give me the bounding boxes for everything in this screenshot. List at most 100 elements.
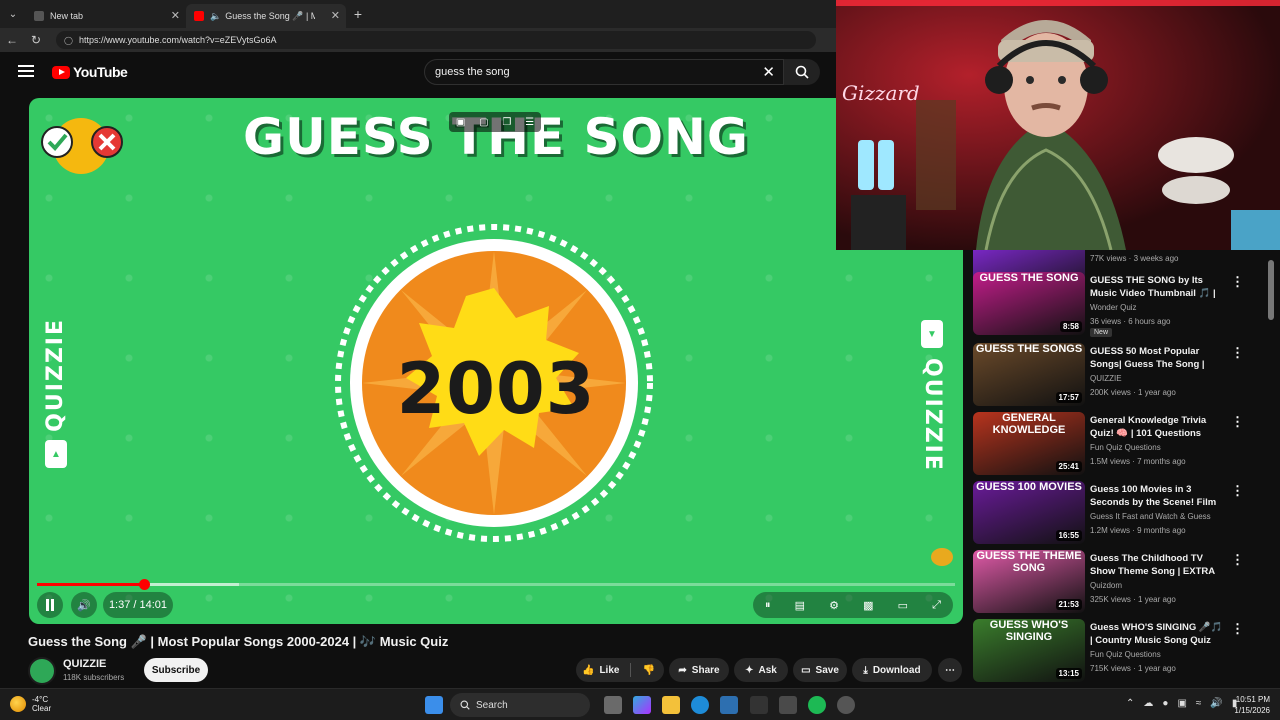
- miniplayer-icon[interactable]: ▩: [863, 599, 873, 612]
- recommendation-channel[interactable]: Guess It Fast and Watch & Guess: [1090, 512, 1211, 521]
- sidebar-scrollbar[interactable]: [1268, 250, 1274, 685]
- video-thumbnail[interactable]: GUESS WHO'S SINGING 13:15: [973, 619, 1085, 682]
- video-thumbnail[interactable]: GUESS THE SONG 8:58: [973, 272, 1085, 335]
- more-vertical-icon[interactable]: ⋮: [1231, 274, 1244, 290]
- spotify-icon[interactable]: [808, 696, 826, 714]
- recommendation-meta: 200K views · 1 year ago: [1090, 388, 1176, 397]
- app-icon[interactable]: [720, 696, 738, 714]
- new-tab-button[interactable]: +: [346, 6, 370, 22]
- chevron-up-icon[interactable]: ⌃: [1126, 698, 1134, 709]
- video-thumbnail[interactable]: GUESS THE THEME SONG 21:53: [973, 550, 1085, 613]
- recommendation-item[interactable]: GUESS THE SONGS 17:57 GUESS 50 Most Popula…: [973, 343, 1273, 407]
- edge-icon[interactable]: [691, 696, 709, 714]
- captions-icon[interactable]: ▤: [795, 599, 805, 612]
- app-tf-icon[interactable]: [750, 696, 768, 714]
- download-button[interactable]: ⤓ Download: [852, 658, 932, 682]
- tab-close-icon[interactable]: ✕: [171, 9, 180, 22]
- recommendation-channel[interactable]: Quizdom: [1090, 581, 1122, 590]
- recommendation-item[interactable]: GUESS 100 MOVIES 16:55 Guess 100 Movies in…: [973, 481, 1273, 545]
- clock[interactable]: 10:51 PM 1/15/2026: [1234, 694, 1270, 716]
- copilot-icon[interactable]: [633, 696, 651, 714]
- new-badge: New: [1090, 328, 1113, 337]
- terminal-icon[interactable]: [779, 696, 797, 714]
- cloud-icon[interactable]: ☁: [1143, 698, 1153, 709]
- recommendation-channel[interactable]: Fun Quiz Questions: [1090, 443, 1161, 452]
- share-button[interactable]: ➦ Share: [669, 658, 729, 682]
- scrollbar-thumb[interactable]: [1268, 260, 1274, 320]
- taskbar-search[interactable]: Search: [450, 693, 590, 717]
- back-arrow-icon[interactable]: ←: [0, 33, 24, 47]
- task-view-icon[interactable]: [604, 696, 622, 714]
- like-button[interactable]: 👍 Like: [582, 665, 619, 676]
- tab-label: New tab: [50, 11, 84, 21]
- volume-button[interactable]: 🔊: [71, 592, 97, 618]
- more-vertical-icon[interactable]: ⋮: [1231, 414, 1244, 430]
- volume-icon[interactable]: 🔊: [1210, 698, 1222, 709]
- more-vertical-icon[interactable]: ⋮: [1231, 483, 1244, 499]
- recommendation-channel[interactable]: Wonder Quiz: [1090, 303, 1137, 312]
- settings-gear-icon[interactable]: ⚙: [829, 599, 839, 612]
- recommendation-channel[interactable]: Fun Quiz Questions: [1090, 650, 1161, 659]
- windows-start-icon[interactable]: [425, 696, 443, 714]
- site-info-icon[interactable]: ◯: [64, 36, 73, 45]
- ask-button[interactable]: ✦ Ask: [734, 658, 788, 682]
- search-button[interactable]: [784, 59, 820, 85]
- recommendation-item[interactable]: GUESS WHO'S SINGING 13:15 Guess WHO'S SING…: [973, 619, 1273, 683]
- more-vertical-icon[interactable]: ⋮: [1231, 345, 1244, 361]
- recommendation-title[interactable]: Guess WHO'S SINGING 🎤🎵 | Country Music S…: [1090, 621, 1225, 647]
- tab-menu-chevron-icon[interactable]: ⌄: [0, 0, 26, 28]
- save-button[interactable]: ▭ Save: [793, 658, 847, 682]
- thumbs-down-icon[interactable]: 👎: [642, 665, 654, 676]
- translate-icon[interactable]: ☰: [525, 117, 534, 128]
- recommendation-title[interactable]: GUESS THE SONG by Its Music Video Thumbn…: [1090, 274, 1225, 301]
- recommendation-title[interactable]: GUESS 50 Most Popular Songs| Guess The S…: [1090, 345, 1225, 372]
- copy-icon[interactable]: ❐: [502, 117, 511, 128]
- recommendation-item[interactable]: GUESS THE SONG 8:58 GUESS THE SONG by Its …: [973, 272, 1273, 337]
- cast-icon[interactable]: ▭: [898, 599, 908, 612]
- tab-youtube[interactable]: 🔈 Guess the Song 🎤 | Most Popular Songs …: [186, 4, 346, 28]
- more-actions-button[interactable]: ⋯: [938, 658, 962, 682]
- video-progress-bar[interactable]: [37, 579, 955, 590]
- more-vertical-icon[interactable]: ⋮: [1231, 552, 1244, 568]
- recommendation-title[interactable]: Guess 100 Movies in 3 Seconds by the Sce…: [1090, 483, 1225, 510]
- video-thumbnail[interactable]: GUESS 100 MOVIES 16:55: [973, 481, 1085, 544]
- pause-button[interactable]: [37, 592, 63, 618]
- display-icon[interactable]: ▣: [1177, 698, 1186, 709]
- pip-icon[interactable]: ▣: [456, 117, 465, 128]
- channel-avatar[interactable]: [28, 657, 56, 685]
- clear-search-icon[interactable]: ✕: [762, 63, 775, 81]
- url-field[interactable]: ◯ https://www.youtube.com/watch?v=eZEVyt…: [56, 31, 816, 49]
- autoplay-toggle-icon[interactable]: ⏸: [765, 599, 771, 612]
- recommendation-item[interactable]: GENERAL KNOWLEDGE 25:41 General Knowledge …: [973, 412, 1273, 476]
- speaker-icon[interactable]: 🔈: [210, 11, 221, 22]
- app-extra-icon[interactable]: [837, 696, 855, 714]
- youtube-logo[interactable]: YouTube: [52, 64, 128, 80]
- wifi-icon[interactable]: ≈: [1196, 698, 1202, 709]
- tab-new-tab[interactable]: New tab ✕: [26, 4, 186, 28]
- file-explorer-icon[interactable]: [662, 696, 680, 714]
- refresh-icon[interactable]: ↻: [24, 33, 48, 47]
- recommendation-meta: 715K views · 1 year ago: [1090, 664, 1176, 673]
- more-vertical-icon[interactable]: ⋮: [1231, 621, 1244, 637]
- tab-close-icon[interactable]: ✕: [331, 9, 340, 22]
- volume-icon: 🔊: [77, 599, 91, 612]
- microphone-icon[interactable]: ●: [1162, 698, 1168, 709]
- ask-label: Ask: [758, 664, 777, 676]
- fullscreen-icon[interactable]: ⤢: [932, 599, 941, 612]
- search-input[interactable]: guess the song ✕: [424, 59, 784, 85]
- capture-icon[interactable]: ▢: [479, 117, 488, 128]
- channel-name[interactable]: QUIZZIE: [63, 658, 106, 670]
- weather-widget[interactable]: -4°C Clear: [10, 695, 51, 713]
- video-thumbnail[interactable]: GUESS THE SONGS 17:57: [973, 343, 1085, 406]
- subscribe-button[interactable]: Subscribe: [144, 658, 208, 682]
- video-player[interactable]: GUESS THE SONG ▣ ▢ ❐ ☰ QUIZZIE ▲ QUIZZIE…: [29, 98, 963, 624]
- recommendation-channel[interactable]: QUIZZIE: [1090, 374, 1122, 383]
- video-thumbnail[interactable]: GENERAL KNOWLEDGE 25:41: [973, 412, 1085, 475]
- recommendation-title[interactable]: General Knowledge Trivia Quiz! 🧠 | 101 Q…: [1090, 414, 1225, 441]
- search-icon: [460, 700, 470, 710]
- hamburger-menu-icon[interactable]: [18, 65, 34, 77]
- recommendation-title[interactable]: Guess The Childhood TV Show Theme Song |…: [1090, 552, 1225, 579]
- search-input-value: guess the song: [435, 66, 510, 78]
- recommendation-item[interactable]: GUESS THE THEME SONG 21:53 Guess The Child…: [973, 550, 1273, 614]
- duration-badge: 16:55: [1055, 530, 1082, 541]
